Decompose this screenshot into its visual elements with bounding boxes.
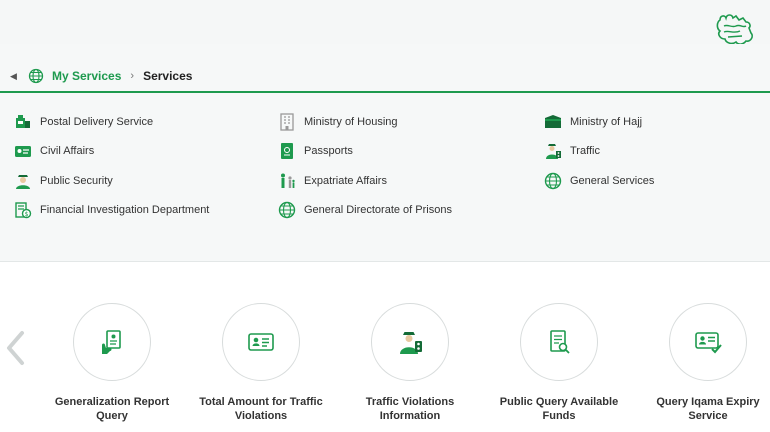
passport-icon [278,142,296,160]
finance-icon: $ [14,201,32,219]
globe-icon [278,201,296,219]
family-icon [278,172,296,190]
building-icon [278,113,296,131]
service-public-security[interactable]: Public Security [14,166,209,196]
kaaba-icon [544,113,562,131]
service-label: Ministry of Hajj [570,115,643,128]
service-label: Civil Affairs [40,145,95,158]
document-search-icon [520,303,598,381]
services-column-3: Ministry of Hajj Traffic General Service… [544,107,654,196]
breadcrumb-separator: › [130,70,135,82]
service-label: Traffic [570,145,600,158]
service-card-available-funds[interactable]: Public Query Available Funds [484,303,634,423]
card-label-line1: Generalization Report [54,396,170,408]
service-card-traffic-violations-amount[interactable]: Total Amount for Traffic Violations [186,303,336,423]
id-card-icon [222,303,300,381]
card-label-line1: Query Iqama Expiry [656,396,760,408]
service-expatriate-affairs[interactable]: Expatriate Affairs [278,166,452,196]
traffic-officer-icon [544,142,562,160]
breadcrumb-my-services[interactable]: My Services [52,69,121,83]
service-card-iqama-expiry[interactable]: Query Iqama Expiry Service [633,303,770,423]
globe-icon [28,68,44,84]
service-label: Passports [304,145,353,158]
service-label: General Directorate of Prisons [304,204,452,217]
service-passports[interactable]: Passports [278,137,452,167]
globe-icon [544,172,562,190]
breadcrumb: ◀ My Services › Services [10,66,192,86]
service-card-generalization-report[interactable]: Generalization Report Query [37,303,187,423]
id-card-icon [14,142,32,160]
service-label: Ministry of Housing [304,115,398,128]
service-label: Postal Delivery Service [40,115,154,128]
traffic-officer-icon [371,303,449,381]
card-label-line1: Total Amount for Traffic [199,396,323,408]
service-card-traffic-violations-info[interactable]: Traffic Violations Information [335,303,485,423]
card-label-line2: Information [379,410,441,422]
service-label: Expatriate Affairs [304,174,387,187]
services-carousel: Generalization Report Query Total Amount … [0,262,770,432]
card-label-line2: Funds [542,410,576,422]
back-arrow-icon[interactable]: ◀ [10,71,22,82]
breadcrumb-underline [0,91,770,93]
services-column-2: Ministry of Housing Passports Expatriate… [278,107,452,225]
svg-text:$: $ [25,211,29,218]
top-bar [0,0,770,44]
service-general-services[interactable]: General Services [544,166,654,196]
postal-icon [14,113,32,131]
service-label: Financial Investigation Department [40,204,210,217]
service-civil-affairs[interactable]: Civil Affairs [14,137,209,167]
card-label-line1: Traffic Violations [365,396,455,408]
card-label-line2: Service [688,410,728,422]
officer-icon [14,172,32,190]
service-traffic[interactable]: Traffic [544,137,654,167]
service-postal-delivery[interactable]: Postal Delivery Service [14,107,209,137]
service-financial-investigation[interactable]: $ Financial Investigation Department [14,196,209,226]
carousel-prev-arrow-icon[interactable] [4,330,26,366]
breadcrumb-current: Services [143,69,193,83]
iqama-check-icon [669,303,747,381]
card-label-line2: Query [96,410,128,422]
service-ministry-of-housing[interactable]: Ministry of Housing [278,107,452,137]
service-label: General Services [570,174,655,187]
report-icon [73,303,151,381]
service-directorate-of-prisons[interactable]: General Directorate of Prisons [278,196,452,226]
card-label-line2: Violations [234,410,288,422]
service-ministry-of-hajj[interactable]: Ministry of Hajj [544,107,654,137]
services-column-1: Postal Delivery Service Civil Affairs Pu… [14,107,209,225]
card-label-line1: Public Query Available [499,396,619,408]
services-panel: ◀ My Services › Services Postal Delivery… [0,44,770,262]
service-label: Public Security [40,174,113,187]
